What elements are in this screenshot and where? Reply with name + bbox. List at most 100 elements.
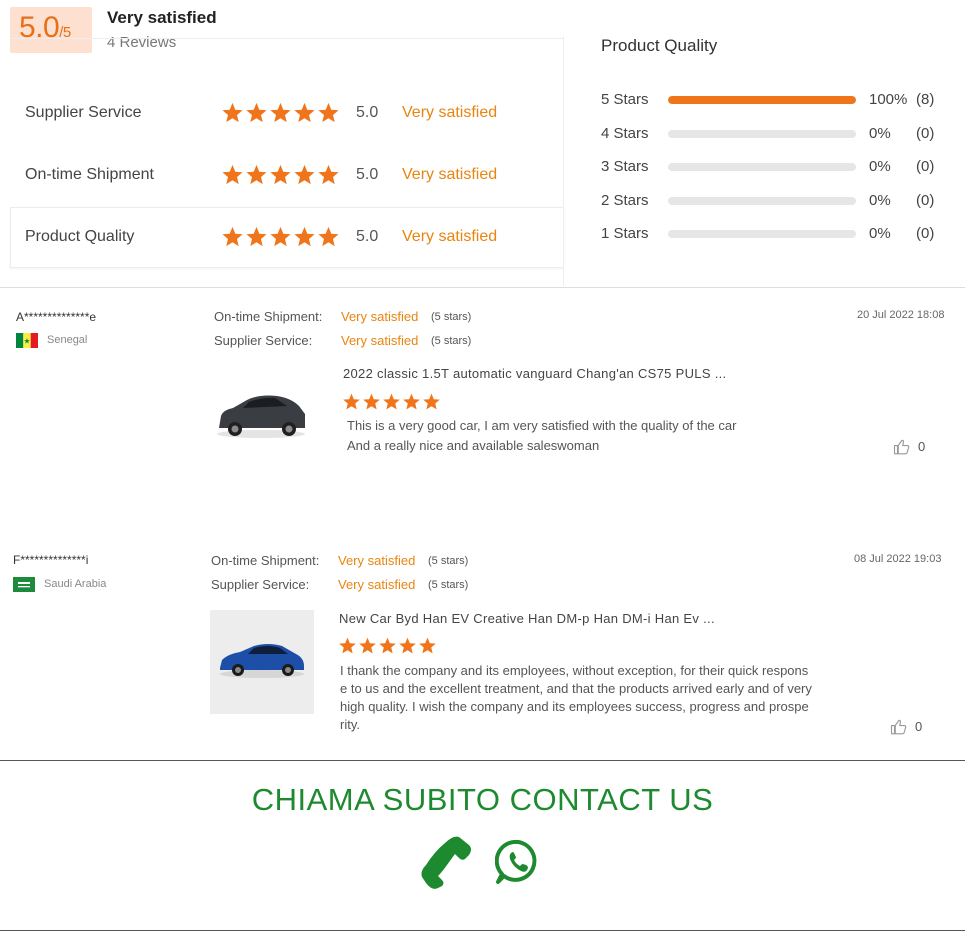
distribution-bar	[668, 129, 856, 138]
distribution-bar	[668, 163, 856, 171]
shipment-label: On-time Shipment:	[214, 309, 323, 324]
review-rating-stars	[342, 392, 441, 411]
shipment-label: On-time Shipment:	[211, 553, 320, 568]
rating-row-value: 5.0	[356, 166, 379, 183]
star-icon	[363, 393, 380, 410]
star-icon	[246, 226, 267, 247]
thumbs-up-icon[interactable]	[890, 718, 908, 736]
star-icon	[403, 393, 420, 410]
product-title[interactable]: New Car Byd Han EV Creative Han DM-p Han…	[339, 611, 715, 626]
distribution-count: (0)	[916, 225, 935, 242]
star-icon	[246, 102, 267, 123]
divider	[563, 36, 564, 286]
distribution-bar	[668, 196, 856, 205]
star-icon	[270, 164, 291, 185]
distribution-percent: 0%	[869, 225, 891, 242]
star-icon	[270, 102, 291, 123]
star-icon	[379, 637, 396, 654]
distribution-row-label: 2 Stars	[601, 191, 649, 209]
service-label: Supplier Service:	[214, 333, 313, 348]
overall-rating-label: Very satisfied	[107, 8, 217, 27]
thumbs-up-icon[interactable]	[893, 438, 911, 456]
service-value: Very satisfied	[338, 577, 416, 592]
service-stars: (5 stars)	[428, 579, 469, 591]
shipment-stars: (5 stars)	[431, 311, 472, 323]
distribution-percent: 0%	[869, 158, 891, 175]
contact-cta[interactable]: CHIAMA SUBITO CONTACT US	[0, 782, 965, 818]
distribution-count: (0)	[916, 124, 935, 142]
star-icon	[294, 164, 315, 185]
divider	[0, 760, 965, 761]
star-icon	[222, 164, 243, 185]
star-icon	[246, 164, 267, 185]
distribution-title: Product Quality	[601, 36, 718, 55]
distribution-count: (8)	[916, 91, 935, 108]
rating-row-text: Very satisfied	[402, 166, 498, 183]
star-icon	[318, 102, 339, 123]
star-icon	[318, 164, 339, 185]
star-icon	[423, 393, 440, 410]
divider	[0, 930, 965, 931]
review-text-line: This is a very good car, I am very satis…	[347, 418, 737, 433]
rating-row-text: Very satisfied	[402, 228, 498, 245]
distribution-row-label: 4 Stars	[601, 124, 649, 142]
star-icon	[270, 226, 291, 247]
service-label: Supplier Service:	[211, 577, 310, 592]
reviewer-country: Senegal	[47, 334, 88, 346]
rating-row-label: Product Quality	[25, 228, 135, 245]
review-text: I thank the company and its employees, w…	[340, 662, 812, 734]
rating-row-stars	[221, 163, 340, 186]
review-text-line: e to us and the excellent treatment, and…	[340, 681, 812, 696]
rating-row-text: Very satisfied	[402, 104, 498, 121]
star-icon	[359, 637, 376, 654]
review-text-line: high quality. I wish the company and its…	[340, 699, 809, 714]
distribution-bar	[668, 96, 856, 104]
star-icon	[343, 393, 360, 410]
review-rating-stars	[338, 636, 437, 655]
reviewer-name: F**************i	[13, 553, 89, 567]
star-icon	[222, 102, 243, 123]
rating-row-value: 5.0	[356, 104, 379, 121]
star-icon	[294, 102, 315, 123]
service-value: Very satisfied	[341, 333, 419, 348]
star-icon	[383, 393, 400, 410]
senegal-flag-icon	[16, 333, 38, 348]
star-icon	[222, 226, 243, 247]
distribution-percent: 100%	[869, 91, 908, 108]
distribution-bar-fill	[668, 96, 856, 104]
phone-icon[interactable]	[421, 835, 473, 889]
rating-row-stars	[221, 101, 340, 124]
distribution-count: (0)	[916, 158, 935, 175]
rating-row-label: Supplier Service	[25, 104, 142, 121]
distribution-percent: 0%	[869, 191, 891, 209]
shipment-value: Very satisfied	[341, 309, 419, 324]
product-title[interactable]: 2022 classic 1.5T automatic vanguard Cha…	[343, 366, 726, 381]
whatsapp-icon[interactable]	[495, 839, 541, 885]
review-text-line: rity.	[340, 717, 360, 732]
distribution-row-label: 3 Stars	[601, 158, 649, 175]
distribution-bar	[668, 230, 856, 238]
distribution-row-label: 5 Stars	[601, 91, 649, 108]
star-icon	[294, 226, 315, 247]
reviewer-name: A**************e	[16, 310, 97, 324]
star-icon	[339, 637, 356, 654]
product-thumbnail[interactable]	[210, 610, 314, 714]
divider	[0, 287, 965, 288]
distribution-percent: 0%	[869, 124, 891, 142]
rating-row-stars	[221, 225, 340, 248]
rating-row-value: 5.0	[356, 228, 379, 245]
saudi-arabia-flag-icon	[13, 577, 35, 592]
product-thumbnail[interactable]	[213, 370, 309, 466]
review-text-line: And a really nice and available saleswom…	[347, 438, 600, 453]
like-count: 0	[918, 439, 926, 454]
distribution-count: (0)	[916, 191, 935, 209]
review-date: 08 Jul 2022 19:03	[854, 553, 942, 565]
like-count: 0	[915, 719, 923, 734]
shipment-value: Very satisfied	[338, 553, 416, 568]
star-icon	[318, 226, 339, 247]
shipment-stars: (5 stars)	[428, 555, 469, 567]
rating-row-label: On-time Shipment	[25, 166, 154, 183]
star-icon	[419, 637, 436, 654]
service-stars: (5 stars)	[431, 335, 472, 347]
distribution-row-label: 1 Stars	[601, 225, 649, 242]
